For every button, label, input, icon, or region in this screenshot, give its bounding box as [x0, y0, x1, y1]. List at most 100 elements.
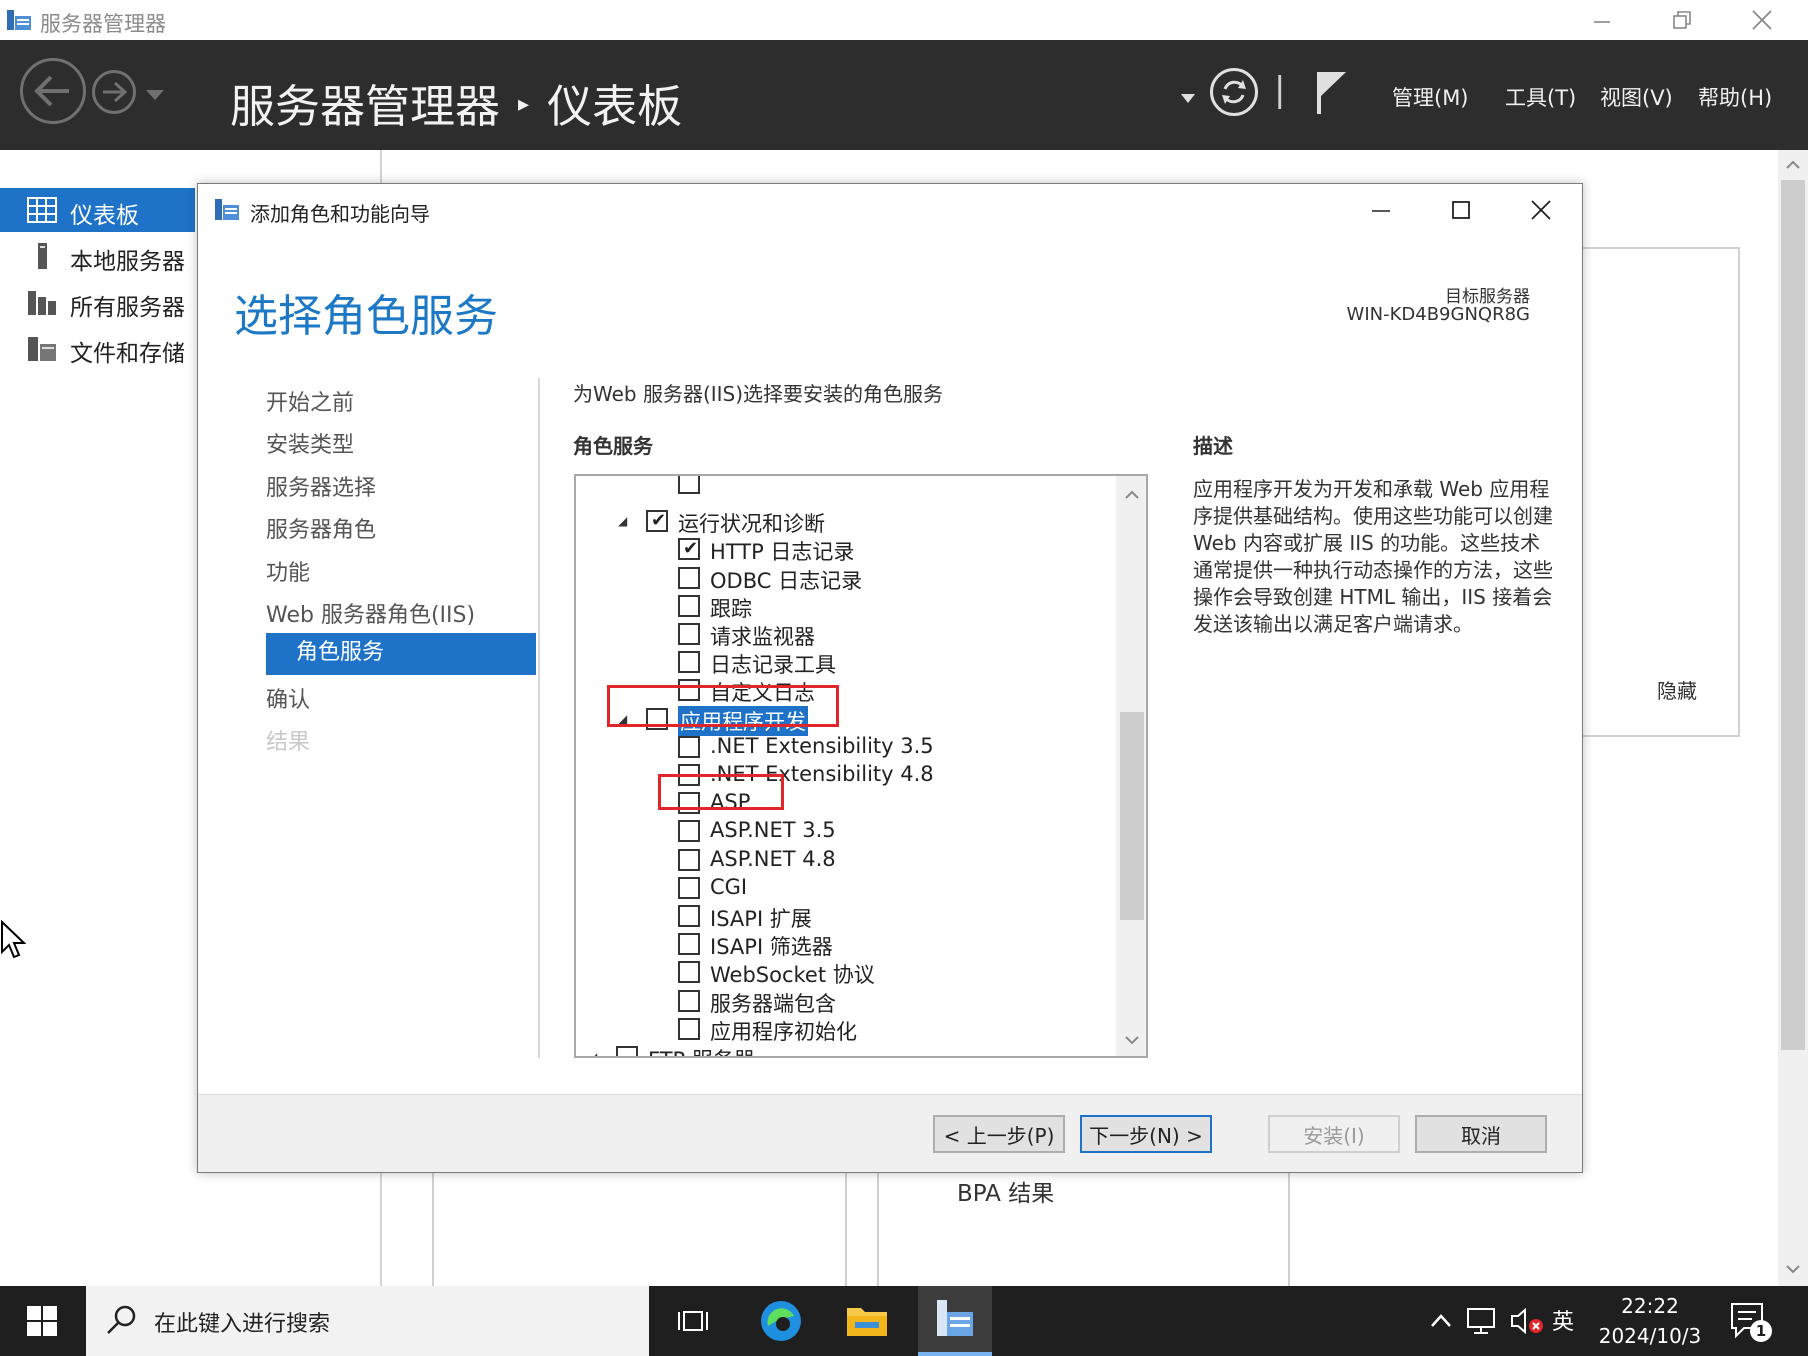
- edge-browser-button[interactable]: [744, 1286, 818, 1356]
- nav-item-dashboard[interactable]: 仪表板: [0, 188, 195, 232]
- taskbar-search-box[interactable]: 在此键入进行搜索: [86, 1286, 649, 1356]
- step-server-selection[interactable]: 服务器选择: [266, 470, 376, 502]
- welcome-panel: 隐藏: [1580, 247, 1740, 737]
- checkbox[interactable]: [678, 876, 700, 899]
- input-method-indicator[interactable]: 英: [1552, 1304, 1574, 1336]
- role-services-tree[interactable]: ◢ ✔ 运行状况和诊断 ✔ HTTP 日志记录 ODBC 日志记录 跟踪 请求监视器 日志记录工…: [574, 474, 1148, 1058]
- main-scrollbar[interactable]: [1778, 150, 1808, 1286]
- tree-item[interactable]: ◢ ✔ 运行状况和诊断: [576, 508, 1116, 536]
- step-confirmation[interactable]: 确认: [266, 682, 310, 714]
- show-hidden-icons-icon[interactable]: [1429, 1310, 1453, 1330]
- back-button[interactable]: [20, 58, 86, 124]
- minimize-button[interactable]: [1574, 2, 1630, 38]
- tree-item[interactable]: 跟踪: [576, 593, 1116, 621]
- clock-time[interactable]: 22:22: [1600, 1294, 1700, 1318]
- tree-item[interactable]: ASP: [576, 790, 1116, 816]
- previous-button[interactable]: < 上一步(P): [933, 1115, 1065, 1153]
- tree-item[interactable]: ODBC 日志记录: [576, 565, 1116, 593]
- breadcrumb-root[interactable]: 服务器管理器: [230, 80, 500, 133]
- step-installation-type[interactable]: 安装类型: [266, 427, 354, 459]
- description-heading: 描述: [1193, 434, 1233, 458]
- app-title: 服务器管理器: [40, 12, 166, 36]
- checkbox[interactable]: [678, 476, 700, 494]
- tree-item[interactable]: [576, 476, 1116, 496]
- tree-item[interactable]: 应用程序初始化: [576, 1016, 1116, 1044]
- step-features[interactable]: 功能: [266, 555, 310, 587]
- checkbox[interactable]: [678, 1017, 700, 1040]
- tree-item[interactable]: 请求监视器: [576, 621, 1116, 649]
- checkbox[interactable]: ✔: [678, 538, 700, 561]
- tree-item[interactable]: ISAPI 扩展: [576, 903, 1116, 931]
- checkbox[interactable]: [678, 989, 700, 1012]
- network-icon[interactable]: [1466, 1306, 1500, 1336]
- scroll-up-icon[interactable]: [1122, 486, 1142, 502]
- server-manager-taskbar-button[interactable]: [918, 1286, 992, 1356]
- checkbox[interactable]: [678, 594, 700, 617]
- tree-item[interactable]: ASP.NET 3.5: [576, 818, 1116, 844]
- close-button[interactable]: [1734, 2, 1790, 38]
- step-role-services[interactable]: 角色服务: [266, 633, 536, 675]
- restore-button[interactable]: [1654, 2, 1710, 38]
- volume-muted-icon[interactable]: [1510, 1306, 1546, 1336]
- cancel-button[interactable]: 取消: [1415, 1115, 1547, 1153]
- expand-collapse-icon[interactable]: ◢: [618, 514, 627, 528]
- tree-item[interactable]: .NET Extensibility 4.8: [576, 762, 1116, 788]
- checkbox[interactable]: [678, 820, 700, 843]
- main-scrollbar-thumb[interactable]: [1781, 180, 1805, 1050]
- checkbox[interactable]: [678, 566, 700, 589]
- checkbox[interactable]: [678, 848, 700, 871]
- mouse-cursor-icon: [0, 920, 26, 959]
- tree-scrollbar-thumb[interactable]: [1120, 712, 1144, 920]
- file-explorer-button[interactable]: [830, 1286, 904, 1356]
- step-web-server-role[interactable]: Web 服务器角色(IIS): [266, 597, 475, 629]
- forward-button[interactable]: [92, 70, 136, 114]
- server-manager-icon: [937, 1300, 973, 1336]
- task-view-icon: [678, 1311, 708, 1331]
- target-server-name: WIN-KD4B9GNQR8G: [1346, 304, 1530, 325]
- tree-item[interactable]: ISAPI 筛选器: [576, 931, 1116, 959]
- history-dropdown-icon[interactable]: [146, 90, 164, 102]
- tree-item[interactable]: 日志记录工具: [576, 649, 1116, 677]
- clock-date[interactable]: 2024/10/3: [1590, 1324, 1710, 1348]
- wizard-close-button[interactable]: [1511, 190, 1571, 230]
- instruction-text: 为Web 服务器(IIS)选择要安装的角色服务: [573, 382, 944, 406]
- checkbox[interactable]: [616, 1046, 638, 1056]
- tree-item[interactable]: .NET Extensibility 3.5: [576, 734, 1116, 760]
- start-button[interactable]: [0, 1286, 84, 1356]
- menu-tools[interactable]: 工具(T): [1505, 82, 1576, 112]
- refresh-button[interactable]: [1210, 68, 1258, 116]
- tree-item[interactable]: CGI: [576, 875, 1116, 901]
- checkbox[interactable]: [678, 961, 700, 984]
- tree-scrollbar[interactable]: [1116, 476, 1146, 1056]
- header-dropdown-icon[interactable]: [1181, 94, 1195, 104]
- menu-help[interactable]: 帮助(H): [1698, 82, 1772, 112]
- highlight-app-development: [607, 685, 839, 727]
- hide-link[interactable]: 隐藏: [1657, 675, 1697, 704]
- tree-item[interactable]: ✔ HTTP 日志记录: [576, 536, 1116, 564]
- tree-item[interactable]: 服务器端包含: [576, 988, 1116, 1016]
- action-center-button[interactable]: 1: [1728, 1300, 1772, 1344]
- step-server-roles[interactable]: 服务器角色: [266, 512, 376, 544]
- tree-item[interactable]: WebSocket 协议: [576, 959, 1116, 987]
- step-before-you-begin[interactable]: 开始之前: [266, 385, 354, 417]
- checkbox[interactable]: [678, 905, 700, 927]
- notifications-flag-icon[interactable]: [1314, 70, 1348, 116]
- bpa-results-label[interactable]: BPA 结果: [957, 1174, 1054, 1208]
- menu-manage[interactable]: 管理(M): [1392, 82, 1469, 112]
- wizard-maximize-button[interactable]: [1431, 190, 1491, 230]
- checkbox[interactable]: ✔: [646, 510, 668, 533]
- tree-item[interactable]: ASP.NET 4.8: [576, 847, 1116, 873]
- checkbox[interactable]: [678, 933, 700, 956]
- task-view-button[interactable]: [656, 1286, 730, 1356]
- next-button[interactable]: 下一步(N) >: [1080, 1115, 1212, 1153]
- tree-item-label: 跟踪: [710, 596, 752, 621]
- tree-item[interactable]: ◢ FTP 服务器: [576, 1044, 1116, 1056]
- scroll-down-icon[interactable]: [1122, 1031, 1142, 1047]
- checkbox[interactable]: [678, 651, 700, 674]
- checkbox[interactable]: [678, 623, 700, 645]
- tree-item-label: WebSocket 协议: [710, 963, 875, 988]
- checkbox[interactable]: [678, 735, 700, 758]
- expand-collapse-icon[interactable]: ◢: [588, 1050, 597, 1056]
- wizard-minimize-button[interactable]: [1351, 190, 1411, 230]
- menu-view[interactable]: 视图(V): [1600, 82, 1673, 112]
